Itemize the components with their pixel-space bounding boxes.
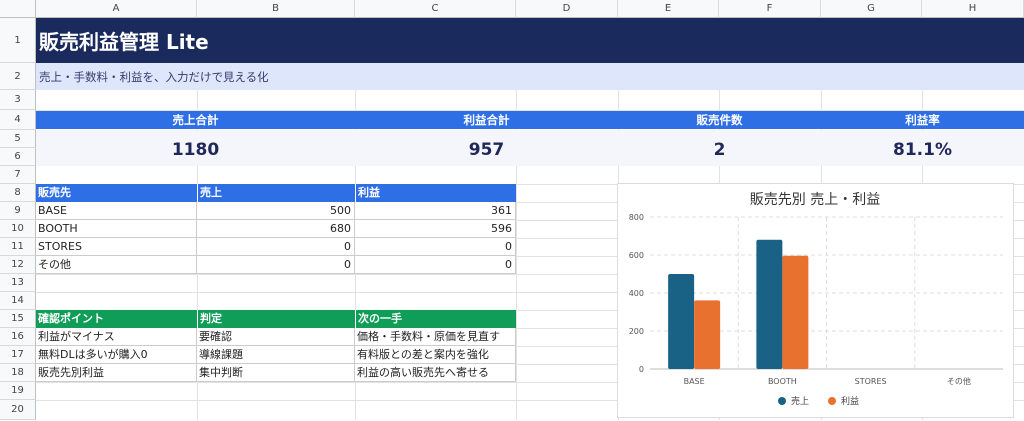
table-cell[interactable]: 集中判断 [197,364,355,382]
row-header[interactable]: 16 [0,328,36,346]
kpi-value-sales[interactable]: 1180 [36,130,355,166]
chart-x-axis: BASE BOOTH STORES その他 [684,376,971,386]
table-cell[interactable]: BASE [36,202,197,220]
kpi-label-sales[interactable]: 売上合計 [36,111,355,129]
table-cell[interactable]: BOOTH [36,220,197,238]
table-cell[interactable]: 無料DLは多いが購入0 [36,346,197,364]
row-header[interactable]: 1 [0,18,36,63]
legend-marker [828,397,836,405]
table-cell[interactable]: 要確認 [197,328,355,346]
kpi-label-count[interactable]: 販売件数 [618,111,821,129]
column-header-h[interactable]: H [922,0,1024,18]
row-header[interactable]: 8 [0,184,36,202]
x-tick-label: その他 [947,376,971,386]
table-cell[interactable]: 販売先別利益 [36,364,197,382]
row-header[interactable]: 12 [0,256,36,274]
table-cell[interactable]: 680 [197,220,355,238]
row-header[interactable]: 15 [0,310,36,328]
table-cell[interactable]: 0 [355,256,516,274]
row-header[interactable]: 6 [0,148,36,166]
table-cell[interactable]: 0 [197,256,355,274]
bar-profit [782,255,809,369]
y-tick-label: 600 [629,251,644,260]
bar-chart: 販売先別 売上・利益 0 200 400 600 800 BASE BOOTH STORES… [629,192,1003,407]
column-header-f[interactable]: F [719,0,821,18]
table-header-cell[interactable]: 利益 [355,184,516,202]
row-header[interactable]: 11 [0,238,36,256]
table-cell[interactable]: STORES [36,238,197,256]
table-header-cell[interactable]: 売上 [197,184,355,202]
page-subtitle[interactable]: 売上・手数料・利益を、入力だけで見える化 [36,63,1024,90]
row-header[interactable]: 14 [0,292,36,310]
row-header[interactable]: 3 [0,90,36,110]
table-header-cell[interactable]: 判定 [197,310,355,328]
kpi-value-profit[interactable]: 957 [355,130,618,166]
x-tick-label: STORES [855,377,887,386]
kpi-label-margin[interactable]: 利益率 [821,111,1024,129]
row-header[interactable]: 9 [0,202,36,220]
table-cell[interactable]: 有料版との差と案内を強化 [355,346,516,364]
row-header[interactable]: 5 [0,130,36,148]
table-cell[interactable]: 利益の高い販売先へ寄せる [355,364,516,382]
y-tick-label: 400 [629,289,644,298]
y-tick-label: 800 [629,213,644,222]
bar-sales [756,239,783,369]
select-all-corner[interactable] [0,0,36,18]
kpi-label-profit[interactable]: 利益合計 [355,111,618,129]
kpi-value-margin[interactable]: 81.1% [821,130,1024,166]
column-header-c[interactable]: C [355,0,516,18]
row-header[interactable]: 10 [0,220,36,238]
y-tick-label: 0 [639,365,644,374]
column-header-a[interactable]: A [36,0,197,18]
y-tick-label: 200 [629,327,644,336]
table-cell[interactable]: 価格・手数料・原価を見直す [355,328,516,346]
chart-y-axis: 0 200 400 600 800 [629,213,644,374]
x-tick-label: BASE [684,377,705,386]
table-cell[interactable]: 0 [355,238,516,256]
row-header[interactable]: 17 [0,346,36,364]
row-header[interactable]: 2 [0,63,36,90]
spreadsheet: A B C D E F G H 1 2 3 4 5 6 7 8 9 10 11 … [0,0,1024,420]
table-cell[interactable]: 0 [197,238,355,256]
page-title[interactable]: 販売利益管理 Lite [36,18,1024,63]
bar-profit [694,300,721,369]
column-header-e[interactable]: E [618,0,719,18]
column-header-d[interactable]: D [516,0,618,18]
chart-legend: 売上 利益 [778,395,859,407]
table-header-cell[interactable]: 販売先 [36,184,197,202]
row-header[interactable]: 19 [0,382,36,400]
row-header[interactable]: 4 [0,110,36,130]
table-cell[interactable]: 500 [197,202,355,220]
table-header-cell[interactable]: 次の一手 [355,310,516,328]
legend-label: 売上 [791,395,809,407]
row-header[interactable]: 20 [0,400,36,420]
chart-title: 販売先別 売上・利益 [750,192,880,208]
table-cell[interactable]: 利益がマイナス [36,328,197,346]
table-cell[interactable]: 導線課題 [197,346,355,364]
chart-container[interactable]: 販売先別 売上・利益 0 200 400 600 800 BASE BOOTH STORES… [617,183,1014,418]
row-header[interactable]: 13 [0,274,36,292]
bar-sales [668,274,695,369]
table-cell[interactable]: その他 [36,256,197,274]
table-cell[interactable]: 361 [355,202,516,220]
kpi-value-count[interactable]: 2 [618,130,821,166]
legend-label: 利益 [841,395,859,407]
row-header[interactable]: 18 [0,364,36,382]
table-header-cell[interactable]: 確認ポイント [36,310,197,328]
legend-marker [778,397,786,405]
column-header-g[interactable]: G [821,0,922,18]
x-tick-label: BOOTH [768,377,797,386]
table-cell[interactable]: 596 [355,220,516,238]
column-header-b[interactable]: B [197,0,355,18]
row-header[interactable]: 7 [0,166,36,184]
